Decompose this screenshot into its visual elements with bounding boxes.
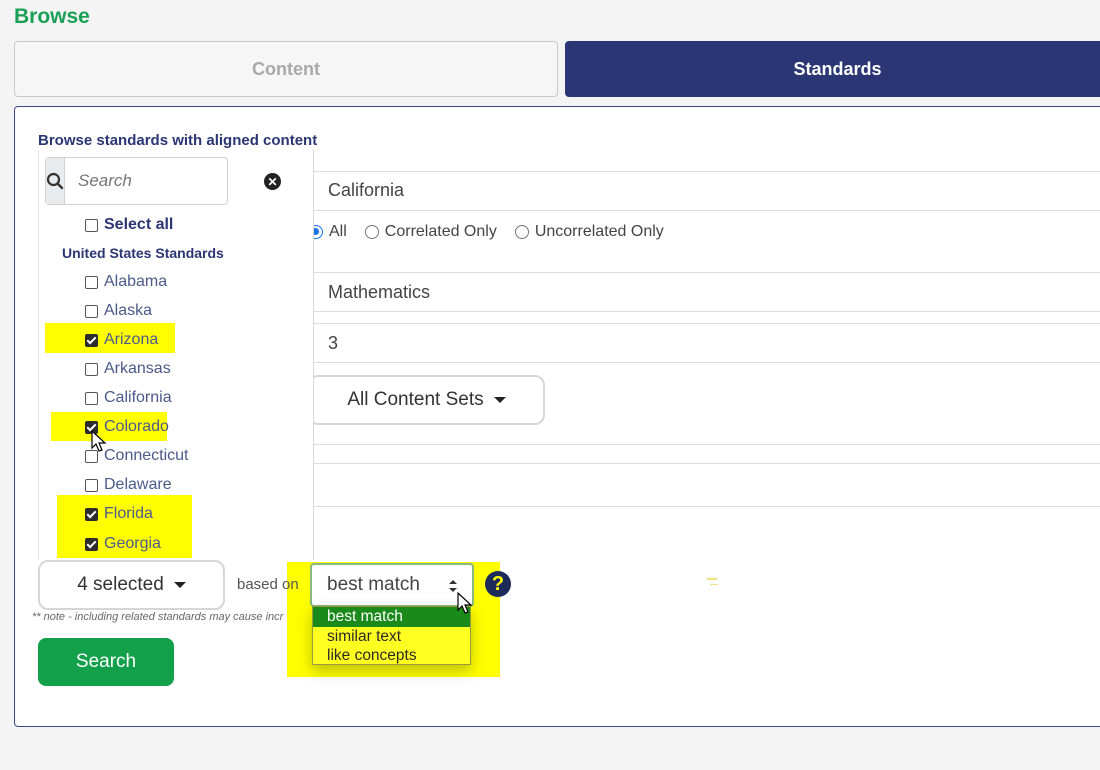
state-label: California (104, 389, 172, 406)
state-option[interactable]: Arkansas (85, 360, 171, 378)
radio-uncorrelated-label: Uncorrelated Only (534, 223, 664, 240)
state-label: Alaska (104, 302, 153, 319)
radio-uncorrelated-button[interactable] (514, 225, 529, 239)
grade-field[interactable]: 3 (328, 333, 338, 354)
subject-field[interactable]: Mathematics (328, 282, 430, 303)
panel-heading: Browse standards with aligned content (38, 132, 318, 149)
state-option[interactable]: Georgia (85, 535, 161, 553)
related-standards-note: ** note - including related standards ma… (32, 611, 284, 623)
highlight-mark (707, 578, 717, 580)
state-checkbox[interactable] (85, 362, 98, 376)
state-search (45, 157, 302, 205)
page-title: Browse (14, 5, 90, 28)
state-label: Georgia (104, 535, 161, 552)
help-icon[interactable]: ? (485, 571, 511, 597)
mouse-cursor-icon (457, 592, 473, 614)
divider (313, 171, 1100, 172)
radio-correlated-button[interactable] (364, 225, 379, 239)
states-selected-dropdown[interactable]: 4 selected (38, 560, 225, 610)
state-option[interactable]: California (85, 389, 172, 407)
selected-summary: 4 selected (77, 574, 164, 595)
divider (313, 444, 1100, 445)
state-label: Florida (104, 505, 153, 522)
state-checkbox[interactable] (85, 478, 98, 492)
state-checkbox[interactable] (85, 537, 98, 551)
content-sets-dropdown[interactable]: All Content Sets (308, 375, 545, 425)
match-option[interactable]: like concepts (313, 646, 470, 666)
caret-down-icon (493, 397, 506, 403)
clear-icon[interactable]: ✕ (264, 173, 281, 190)
correlation-filter: All Correlated Only Uncorrelated Only (309, 223, 682, 241)
state-checkbox[interactable] (85, 333, 98, 347)
radio-correlated-only[interactable]: Correlated Only (364, 223, 497, 241)
state-label: Delaware (104, 476, 172, 493)
select-all-checkbox[interactable] (85, 218, 98, 232)
state-checkbox[interactable] (85, 507, 98, 521)
divider (313, 210, 1100, 211)
tab-content[interactable]: Content (14, 41, 558, 97)
divider (313, 311, 1100, 312)
select-all-option[interactable]: Select all (85, 216, 173, 234)
state-label: Arizona (104, 331, 159, 348)
match-type-value: best match (327, 574, 420, 595)
state-checkbox[interactable] (85, 304, 98, 318)
divider (313, 323, 1100, 324)
group-label: United States Standards (62, 245, 224, 261)
divider (313, 506, 1100, 507)
radio-correlated-label: Correlated Only (384, 223, 497, 240)
state-option[interactable]: Delaware (85, 476, 172, 494)
state-option[interactable]: Florida (85, 505, 153, 523)
state-label: Connecticut (104, 447, 189, 464)
radio-all-label: All (329, 223, 347, 240)
divider (313, 463, 1100, 464)
state-option[interactable]: Alaska (85, 302, 152, 320)
state-checkbox[interactable] (85, 391, 98, 405)
mouse-cursor-icon (91, 430, 107, 452)
state-checkbox[interactable] (85, 275, 98, 289)
radio-uncorrelated-only[interactable]: Uncorrelated Only (514, 223, 664, 241)
match-type-select[interactable]: best match (310, 563, 474, 607)
content-sets-label: All Content Sets (347, 389, 484, 410)
match-type-options: best match similar text like concepts (312, 606, 471, 665)
divider (313, 362, 1100, 363)
based-on-label: based on (237, 576, 299, 593)
state-label: Arkansas (104, 360, 171, 377)
match-option[interactable]: similar text (313, 627, 470, 647)
state-label: Colorado (104, 418, 169, 435)
radio-all[interactable]: All (309, 223, 347, 241)
search-button[interactable]: Search (38, 638, 174, 686)
search-icon[interactable] (46, 158, 65, 204)
caret-down-icon (173, 582, 186, 588)
divider (313, 272, 1100, 273)
state-option[interactable]: Alabama (85, 273, 167, 291)
match-option[interactable]: best match (313, 607, 470, 627)
tab-standards[interactable]: Standards (565, 41, 1100, 97)
select-all-label: Select all (104, 216, 174, 233)
highlight-mark (710, 584, 718, 585)
state-option[interactable]: Arizona (85, 331, 158, 349)
state-label: Alabama (104, 273, 168, 290)
jurisdiction-field[interactable]: California (328, 180, 404, 201)
